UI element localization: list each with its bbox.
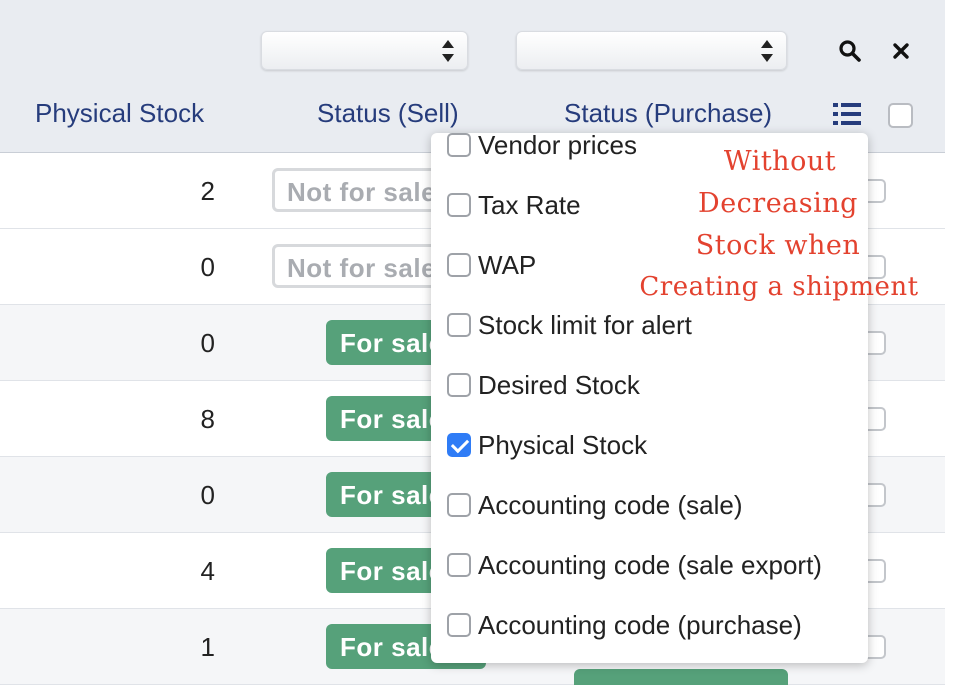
option-checkbox[interactable] — [447, 253, 471, 277]
option-checkbox[interactable] — [447, 553, 471, 577]
option-label: Accounting code (sale export) — [478, 549, 822, 580]
select-arrows-icon — [442, 40, 454, 62]
option-label: Accounting code (sale) — [478, 489, 743, 520]
physical-stock-value: 1 — [200, 632, 215, 662]
column-option-physical-stock[interactable]: Physical Stock — [447, 428, 647, 462]
column-option-stock-limit[interactable]: Stock limit for alert — [447, 308, 692, 342]
column-option-accounting-code-purchase[interactable]: Accounting code (purchase) — [447, 608, 802, 642]
option-label: Tax Rate — [478, 189, 581, 220]
option-checkbox[interactable] — [447, 493, 471, 517]
column-option-wap[interactable]: WAP — [447, 248, 536, 282]
option-label: WAP — [478, 249, 537, 280]
column-option-desired-stock[interactable]: Desired Stock — [447, 368, 640, 402]
select-arrows-icon — [761, 40, 773, 62]
page-edge — [945, 0, 966, 686]
status-sell-filter-select[interactable] — [261, 31, 468, 70]
option-checkbox[interactable] — [447, 313, 471, 337]
physical-stock-value: 0 — [200, 480, 215, 510]
column-option-tax-rate[interactable]: Tax Rate — [447, 188, 581, 222]
option-label: Accounting code (purchase) — [478, 609, 802, 640]
column-header-status-sell[interactable]: Status (Sell) — [317, 98, 459, 129]
option-checkbox-checked[interactable] — [447, 433, 471, 457]
annotation-line: Stock when — [695, 230, 861, 261]
option-checkbox[interactable] — [447, 373, 471, 397]
option-checkbox[interactable] — [447, 193, 471, 217]
option-checkbox[interactable] — [447, 133, 471, 157]
column-header-physical-stock[interactable]: Physical Stock — [35, 98, 204, 129]
annotation-line: Without — [723, 146, 837, 177]
close-icon[interactable] — [891, 41, 911, 61]
physical-stock-value: 8 — [200, 404, 215, 434]
column-header-status-purchase[interactable]: Status (Purchase) — [564, 98, 772, 129]
list-icon[interactable] — [832, 101, 862, 127]
annotation-line: Decreasing — [698, 188, 858, 219]
physical-stock-value: 0 — [200, 252, 215, 282]
column-option-accounting-code-sale-export[interactable]: Accounting code (sale export) — [447, 548, 822, 582]
column-option-vendor-prices[interactable]: Vendor prices — [447, 128, 637, 162]
search-icon[interactable] — [838, 39, 862, 63]
status-purchase-badge[interactable] — [574, 669, 788, 685]
option-label: Vendor prices — [478, 129, 637, 160]
physical-stock-value: 0 — [200, 328, 215, 358]
option-label: Physical Stock — [478, 429, 648, 460]
physical-stock-value: 2 — [200, 176, 215, 206]
column-option-accounting-code-sale[interactable]: Accounting code (sale) — [447, 488, 742, 522]
status-purchase-filter-select[interactable] — [516, 31, 787, 70]
option-label: Desired Stock — [478, 369, 640, 400]
annotation-line: Creating a shipment — [639, 272, 919, 302]
option-checkbox[interactable] — [447, 613, 471, 637]
physical-stock-value: 4 — [200, 556, 215, 586]
select-all-checkbox[interactable] — [888, 103, 913, 128]
option-label: Stock limit for alert — [478, 309, 692, 340]
